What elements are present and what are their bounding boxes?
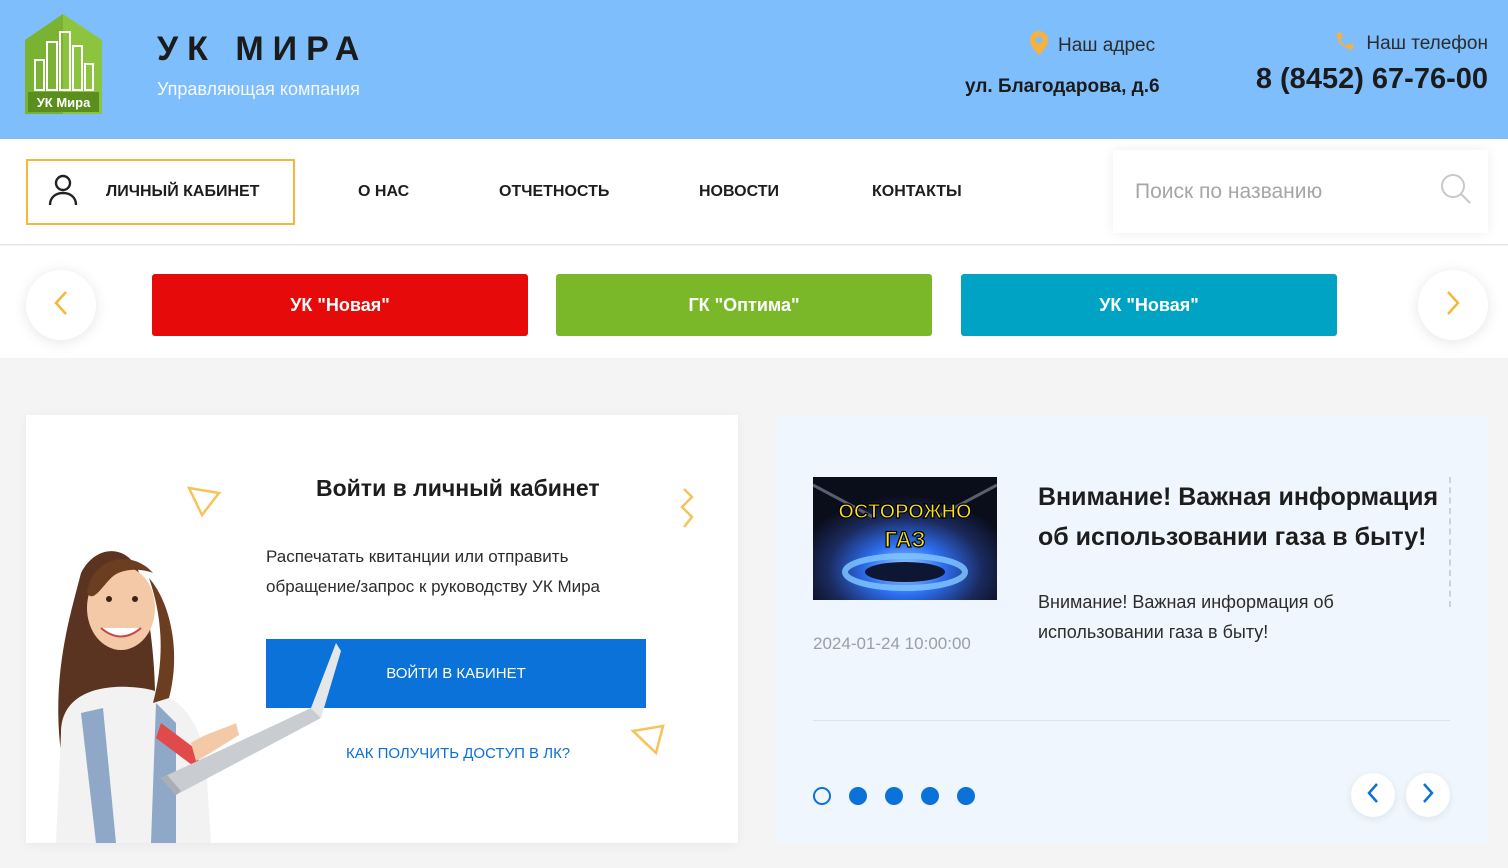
phone-label: Наш телефон [1334,30,1488,58]
pagination-dot[interactable] [813,787,831,805]
search-box [1113,150,1488,233]
login-title: Войти в личный кабинет [316,475,600,501]
search-input[interactable] [1135,179,1440,204]
brand-name: УК МИРА [157,30,369,68]
zigzag-decoration-icon [680,488,694,528]
brand-subtitle: Управляющая компания [157,79,360,99]
chevron-left-icon [1367,782,1379,809]
news-next-button[interactable] [1406,773,1450,817]
nav-link-about[interactable]: О НАС [358,183,409,201]
address-value: ул. Благодарова, д.6 [965,76,1160,97]
company-card[interactable]: УК "Новая" [961,274,1337,336]
address-label-text: Наш адрес [1058,35,1156,56]
pagination-dot[interactable] [921,787,939,805]
access-help-link[interactable]: КАК ПОЛУЧИТЬ ДОСТУП В ЛК? [346,745,570,762]
nav-link-reports[interactable]: ОТЧЕТНОСТЬ [499,183,609,201]
triangle-decoration-icon [630,724,665,756]
news-scroll-indicator [1449,477,1451,607]
phone-label-text: Наш телефон [1366,33,1488,54]
chevron-right-icon [1422,782,1434,809]
main-navigation: ЛИЧНЫЙ КАБИНЕТ О НАС ОТЧЕТНОСТЬ НОВОСТИ … [0,139,1508,245]
chevron-right-icon [1446,290,1460,321]
user-icon [48,174,78,211]
news-date: 2024-01-24 10:00:00 [813,634,971,653]
address-label: Наш адрес [1030,31,1155,61]
woman-with-laptop-image [41,533,341,843]
personal-cabinet-button[interactable]: ЛИЧНЫЙ КАБИНЕТ [26,159,295,225]
company-card[interactable]: УК "Новая" [152,274,528,336]
logo-text: УК Мира [37,95,91,110]
nav-link-news[interactable]: НОВОСТИ [699,183,779,201]
pagination-dot[interactable] [849,787,867,805]
news-text: Внимание! Важная информация об использов… [1038,592,1334,642]
news-image-caption-1: ОСТОРОЖНО [838,501,971,523]
news-image[interactable]: ОСТОРОЖНО ГАЗ [812,477,998,600]
pagination-dot[interactable] [885,787,903,805]
personal-cabinet-label: ЛИЧНЫЙ КАБИНЕТ [106,183,260,200]
triangle-decoration-icon [186,486,222,518]
news-panel: ОСТОРОЖНО ГАЗ 2024-01-24 10:00:00 Вниман… [776,415,1488,843]
location-pin-icon [1030,31,1048,61]
carousel-prev-button[interactable] [26,270,96,340]
news-title[interactable]: Внимание! Важная информация об использов… [1038,477,1448,557]
companies-carousel: УК "Новая" ГК "Оптима" УК "Новая" [0,246,1508,358]
login-panel: Войти в личный кабинет Распечатать квита… [26,415,738,843]
company-logo[interactable]: УК Мира [25,14,102,114]
phone-number[interactable]: 8 (8452) 67-76-00 [1256,63,1488,96]
nav-link-contacts[interactable]: КОНТАКТЫ [872,183,962,201]
carousel-next-button[interactable] [1418,270,1488,340]
search-icon[interactable] [1440,173,1472,210]
news-divider [813,720,1450,721]
site-header: УК Мира УК МИРА Управляющая компания Наш… [0,0,1508,139]
news-pagination [813,787,975,805]
news-prev-button[interactable] [1351,773,1395,817]
pagination-dot[interactable] [957,787,975,805]
news-image-caption-2: ГАЗ [885,527,926,552]
phone-icon [1334,30,1356,58]
chevron-left-icon [54,290,68,321]
company-card[interactable]: ГК "Оптима" [556,274,932,336]
